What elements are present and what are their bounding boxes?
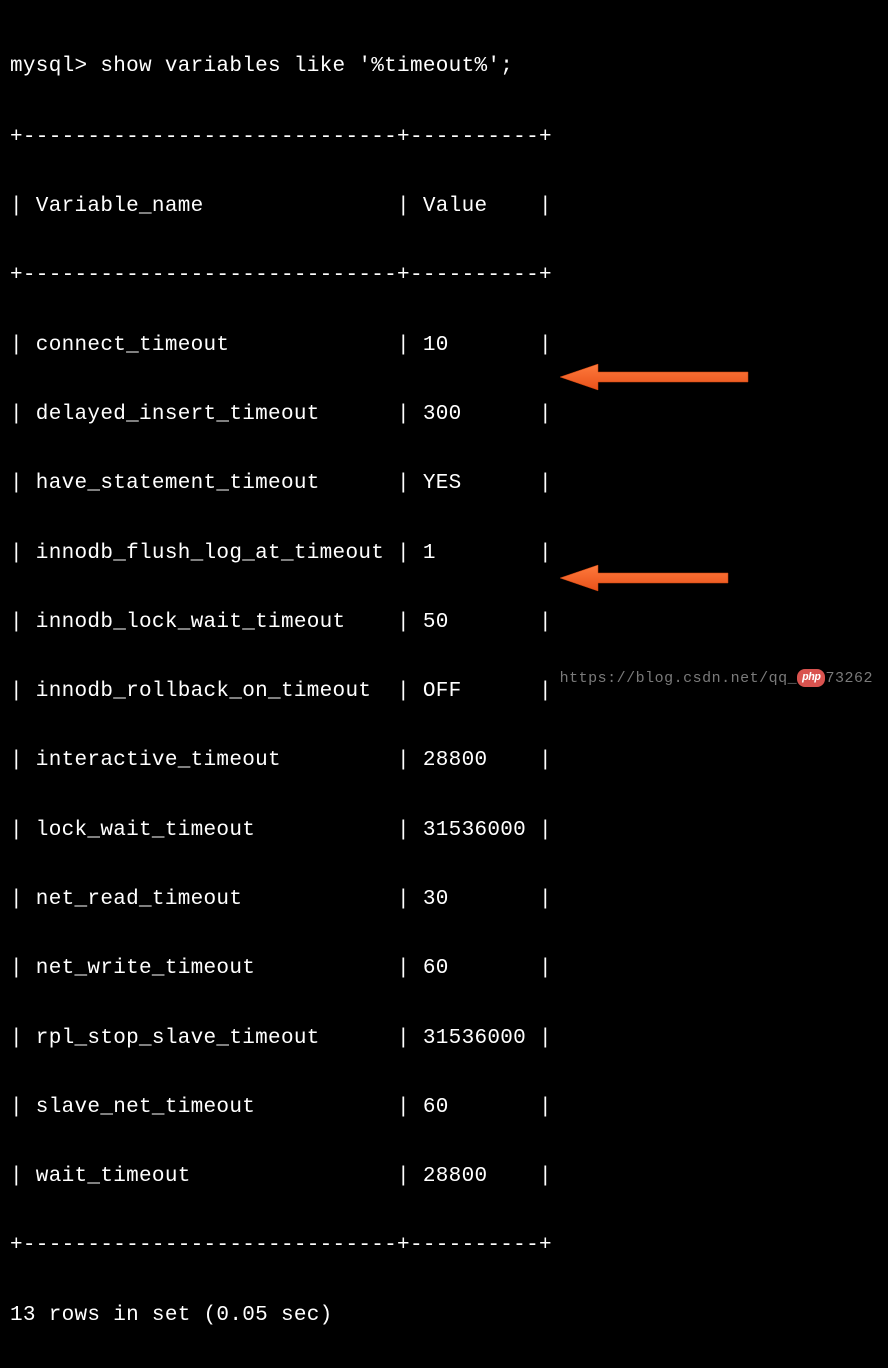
table-border-bottom: +-----------------------------+---------… [10, 1229, 878, 1264]
table-row: | innodb_lock_wait_timeout | 50 | [10, 606, 878, 641]
table-row: | have_statement_timeout | YES | [10, 467, 878, 502]
table-border-top: +-----------------------------+---------… [10, 121, 878, 156]
table-row: | rpl_stop_slave_timeout | 31536000 | [10, 1022, 878, 1057]
table-row: | innodb_flush_log_at_timeout | 1 | [10, 537, 878, 572]
php-badge-icon: php [797, 669, 825, 687]
watermark-url-suffix: 73262 [825, 670, 873, 687]
table-row: | slave_net_timeout | 60 | [10, 1091, 878, 1126]
sql-prompt-line: mysql> show variables like '%timeout%'; [10, 50, 878, 85]
table-header: | Variable_name | Value | [10, 190, 878, 225]
result-summary: 13 rows in set (0.05 sec) [10, 1299, 878, 1334]
watermark: https://blog.csdn.net/qq_php73262 [560, 667, 873, 692]
table-row: | net_read_timeout | 30 | [10, 883, 878, 918]
table-row: | net_write_timeout | 60 | [10, 952, 878, 987]
table-row: | delayed_insert_timeout | 300 | [10, 398, 878, 433]
table-row: | connect_timeout | 10 | [10, 329, 878, 364]
table-border-mid: +-----------------------------+---------… [10, 259, 878, 294]
table-row: | lock_wait_timeout | 31536000 | [10, 814, 878, 849]
table-row: | interactive_timeout | 28800 | [10, 744, 878, 779]
watermark-url-prefix: https://blog.csdn.net/qq_ [560, 670, 798, 687]
table-row: | wait_timeout | 28800 | [10, 1160, 878, 1195]
